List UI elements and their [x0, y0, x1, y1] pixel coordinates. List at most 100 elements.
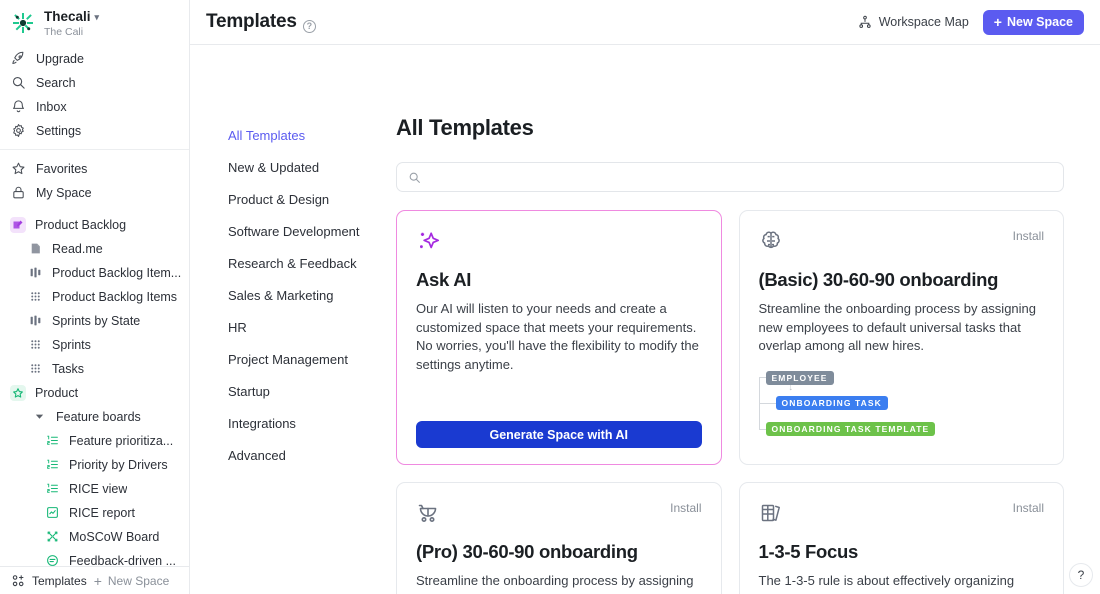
- shuffle-icon: [44, 529, 60, 545]
- category-new-updated[interactable]: New & Updated: [228, 151, 380, 183]
- tree-item-product-backlog-item[interactable]: Product Backlog Item...: [0, 261, 189, 285]
- tree-item-moscow-board[interactable]: MoSCoW Board: [0, 525, 189, 549]
- card-header: Install: [759, 229, 1045, 255]
- tree-item-tasks[interactable]: Tasks: [0, 357, 189, 381]
- template-card-ask-ai[interactable]: Ask AI Our AI will listen to your needs …: [396, 210, 722, 465]
- tree-item-label: RICE view: [69, 482, 127, 496]
- category-integrations[interactable]: Integrations: [228, 407, 380, 439]
- tree-item-label: Feature boards: [56, 410, 141, 424]
- tree-item-label: Product Backlog: [35, 218, 126, 232]
- sidebar-item-upgrade[interactable]: Upgrade: [0, 47, 189, 71]
- lock-icon: [10, 185, 26, 201]
- category-label: Advanced: [228, 448, 286, 463]
- install-button[interactable]: Install: [670, 501, 701, 515]
- chevron-down-icon[interactable]: [31, 409, 47, 425]
- workspace-switcher[interactable]: Thecali ▾ The Cali: [0, 0, 189, 45]
- template-card-basic-onboarding[interactable]: Install (Basic) 30-60-90 onboarding Stre…: [739, 210, 1065, 465]
- sidebar-item-search[interactable]: Search: [0, 71, 189, 95]
- grid-icon: [27, 337, 43, 353]
- templates-icon: [10, 573, 26, 589]
- category-label: Product & Design: [228, 192, 329, 207]
- tree-item-label: Priority by Drivers: [69, 458, 168, 472]
- page-title-text: Templates: [206, 11, 297, 32]
- app-root: Thecali ▾ The Cali Upgrade: [0, 0, 1100, 594]
- tree-item-product[interactable]: Product: [0, 381, 189, 405]
- tree-item-label: MoSCoW Board: [69, 530, 159, 544]
- tree-item-label: Read.me: [52, 242, 103, 256]
- card-title: (Pro) 30-60-90 onboarding: [416, 541, 702, 563]
- tree-item-product-backlog[interactable]: Product Backlog: [0, 213, 189, 237]
- sidebar-item-inbox[interactable]: Inbox: [0, 95, 189, 119]
- generate-space-with-ai-button[interactable]: Generate Space with AI: [416, 421, 702, 448]
- search-input[interactable]: [429, 170, 1052, 184]
- tree-item-product-backlog-items[interactable]: Product Backlog Items: [0, 285, 189, 309]
- tree-item-sprints[interactable]: Sprints: [0, 333, 189, 357]
- board-icon: [27, 265, 43, 281]
- category-all-templates[interactable]: All Templates: [228, 119, 380, 151]
- stroller-icon: [416, 501, 442, 527]
- space-purple-icon: [10, 217, 26, 233]
- template-search[interactable]: [396, 162, 1064, 192]
- panel-heading: All Templates: [396, 115, 1064, 141]
- card-header: Install: [759, 501, 1045, 527]
- sidebar-item-label: Settings: [36, 124, 81, 138]
- sidebar-item-favorites[interactable]: Favorites: [0, 157, 189, 181]
- category-advanced[interactable]: Advanced: [228, 439, 380, 471]
- category-software-development[interactable]: Software Development: [228, 215, 380, 247]
- tree-item-feature-prioritization[interactable]: Feature prioritiza...: [0, 429, 189, 453]
- tree-item-label: Feedback-driven ...: [69, 554, 176, 566]
- sidebar-item-label: Inbox: [36, 100, 67, 114]
- sitemap-icon: [858, 15, 872, 29]
- new-space-button[interactable]: + New Space: [983, 10, 1084, 35]
- template-card-pro-onboarding[interactable]: Install (Pro) 30-60-90 onboarding Stream…: [396, 482, 722, 594]
- install-button[interactable]: Install: [1013, 501, 1044, 515]
- sidebar-item-label: Search: [36, 76, 76, 90]
- tree-item-label: Tasks: [52, 362, 84, 376]
- tree-item-rice-view[interactable]: RICE view: [0, 477, 189, 501]
- workspace-text: Thecali ▾ The Cali: [44, 9, 99, 38]
- tree-item-priority-by-drivers[interactable]: Priority by Drivers: [0, 453, 189, 477]
- help-button[interactable]: ?: [1069, 563, 1093, 587]
- tree-item-readme[interactable]: Read.me: [0, 237, 189, 261]
- sidebar: Thecali ▾ The Cali Upgrade: [0, 0, 190, 594]
- category-label: Research & Feedback: [228, 256, 357, 271]
- diagram-connector: [759, 403, 776, 404]
- star-icon: [10, 161, 26, 177]
- category-label: New & Updated: [228, 160, 319, 175]
- category-project-management[interactable]: Project Management: [228, 343, 380, 375]
- tree-item-label: Sprints: [52, 338, 91, 352]
- list-order-icon: [44, 433, 60, 449]
- topbar: Templates? Workspace Map + New Space: [190, 0, 1100, 45]
- plus-icon: +: [994, 15, 1002, 29]
- main-area: Templates? Workspace Map + New Space All: [190, 0, 1100, 594]
- chevron-down-icon: ▾: [95, 12, 100, 22]
- sidebar-item-label: Favorites: [36, 162, 87, 176]
- diagram-node-onboarding-task-template: ONBOARDING TASK TEMPLATE: [766, 422, 936, 436]
- question-circle-icon[interactable]: ?: [303, 20, 316, 33]
- footer-new-space-button[interactable]: + New Space: [94, 574, 170, 588]
- templates-panel: All Templates: [380, 45, 1100, 594]
- footer-templates-label: Templates: [32, 574, 87, 588]
- brain-icon: [759, 229, 785, 255]
- tree-item-feedback-driven[interactable]: Feedback-driven ...: [0, 549, 189, 566]
- board-icon: [27, 313, 43, 329]
- category-hr[interactable]: HR: [228, 311, 380, 343]
- install-button[interactable]: Install: [1013, 229, 1044, 243]
- footer-templates-button[interactable]: Templates: [10, 573, 87, 589]
- list-order-icon: [44, 457, 60, 473]
- sidebar-item-settings[interactable]: Settings: [0, 119, 189, 143]
- category-sales-marketing[interactable]: Sales & Marketing: [228, 279, 380, 311]
- category-research-feedback[interactable]: Research & Feedback: [228, 247, 380, 279]
- tree-item-sprints-by-state[interactable]: Sprints by State: [0, 309, 189, 333]
- sidebar-item-label: My Space: [36, 186, 92, 200]
- category-product-design[interactable]: Product & Design: [228, 183, 380, 215]
- category-startup[interactable]: Startup: [228, 375, 380, 407]
- template-card-135-focus[interactable]: Install 1-3-5 Focus The 1-3-5 rule is ab…: [739, 482, 1065, 594]
- sidebar-item-my-space[interactable]: My Space: [0, 181, 189, 205]
- sidebar-footer: Templates + New Space: [0, 566, 189, 594]
- chart-line-icon: [44, 505, 60, 521]
- workspace-map-button[interactable]: Workspace Map: [858, 15, 969, 29]
- tree-item-rice-report[interactable]: RICE report: [0, 501, 189, 525]
- workspace-name-text: Thecali: [44, 9, 91, 25]
- tree-item-feature-boards[interactable]: Feature boards: [0, 405, 189, 429]
